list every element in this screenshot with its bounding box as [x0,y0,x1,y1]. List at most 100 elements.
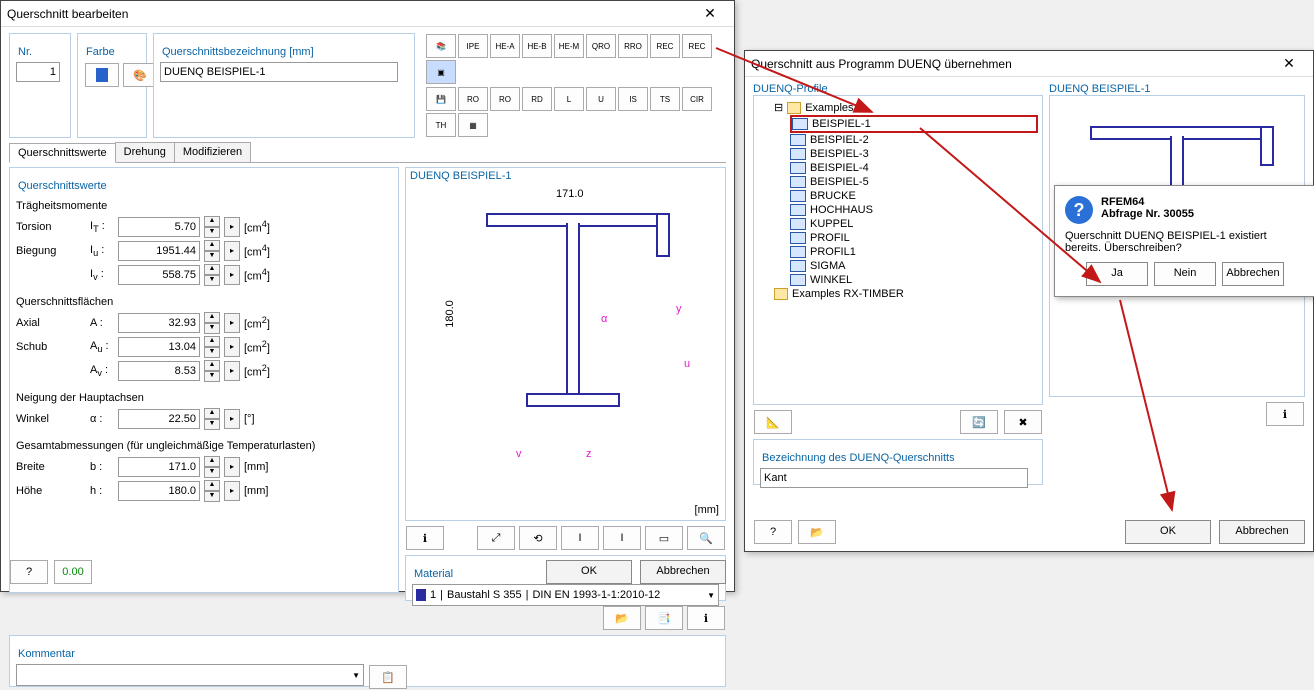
secbtn-U[interactable]: U [586,87,616,111]
tab-drehung[interactable]: Drehung [115,142,175,162]
secbtn-RO[interactable]: RO [458,87,488,111]
bez-input[interactable]: Kant [760,468,1028,488]
tree-item[interactable]: BEISPIEL-4 [790,161,1038,175]
num-input[interactable]: 32.93 [118,313,200,333]
spin-up[interactable]: ▲ [204,240,220,251]
msg-nein[interactable]: Nein [1154,262,1216,286]
view-3[interactable]: I [561,526,599,550]
tree-item[interactable]: PROFIL [790,231,1038,245]
material-combo[interactable]: 1 | Baustahl S 355 | DIN EN 1993-1-1:201… [412,584,719,606]
tree-item[interactable]: BRUCKE [790,189,1038,203]
spin-up[interactable]: ▲ [204,360,220,371]
view-2[interactable]: ⟲ [519,526,557,550]
spin-down[interactable]: ▼ [204,251,220,262]
num-input[interactable]: 180.0 [118,481,200,501]
secbtn-IS[interactable]: IS [618,87,648,111]
spin-up[interactable]: ▲ [204,312,220,323]
secbtn-HE-B[interactable]: HE-B [522,34,552,58]
dlg2-cancel[interactable]: Abbrechen [1219,520,1305,544]
msg-abbr[interactable]: Abbrechen [1222,262,1284,286]
dlg2-lib[interactable]: 📂 [798,520,836,544]
num-input[interactable]: 5.70 [118,217,200,237]
tree-item[interactable]: KUPPEL [790,217,1038,231]
spin-down[interactable]: ▼ [204,419,220,430]
spin-down[interactable]: ▼ [204,275,220,286]
info-button[interactable]: ℹ [406,526,444,550]
view-4[interactable]: I [603,526,641,550]
secbtn-TS[interactable]: TS [650,87,680,111]
msg-ja[interactable]: Ja [1086,262,1148,286]
num-input[interactable]: 22.50 [118,409,200,429]
color-swatch[interactable] [85,63,119,87]
step-btn[interactable]: ▸ [224,241,240,261]
prof-del[interactable]: ✖ [1004,410,1042,434]
prof-refresh[interactable]: 🔄 [960,410,998,434]
spin-up[interactable]: ▲ [204,408,220,419]
secbtn-RO[interactable]: RO [490,87,520,111]
mat-info-button[interactable]: ℹ [687,606,725,630]
tab-qsw[interactable]: Querschnittswerte [9,143,116,163]
spin-up[interactable]: ▲ [204,336,220,347]
tree-item[interactable]: BEISPIEL-3 [790,147,1038,161]
view-1[interactable]: ⤢ [477,526,515,550]
dlg1-cancel[interactable]: Abbrechen [640,560,726,584]
secbtn-TH[interactable]: TH [426,113,456,137]
kommentar-pick[interactable]: 📋 [369,665,407,689]
spin-up[interactable]: ▲ [204,216,220,227]
num-input[interactable]: 13.04 [118,337,200,357]
num-input[interactable]: 1951.44 [118,241,200,261]
secbtn-QRO[interactable]: QRO [586,34,616,58]
num-input[interactable]: 8.53 [118,361,200,381]
close-icon[interactable]: ✕ [692,5,728,22]
num-input[interactable]: 558.75 [118,265,200,285]
nr-input[interactable]: 1 [16,62,60,82]
spin-up[interactable]: ▲ [204,480,220,491]
step-btn[interactable]: ▸ [224,409,240,429]
step-btn[interactable]: ▸ [224,265,240,285]
preview2-info[interactable]: ℹ [1266,402,1304,426]
secbtn-L[interactable]: L [554,87,584,111]
spin-down[interactable]: ▼ [204,347,220,358]
step-btn[interactable]: ▸ [224,481,240,501]
secbtn-duenq[interactable]: ▣ [426,60,456,84]
help-button[interactable]: ? [10,560,48,584]
dlg2-close-icon[interactable]: ✕ [1271,55,1307,72]
spin-up[interactable]: ▲ [204,264,220,275]
step-btn[interactable]: ▸ [224,313,240,333]
secbtn-REC[interactable]: REC [650,34,680,58]
view-5[interactable]: ▭ [645,526,683,550]
dlg1-ok[interactable]: OK [546,560,632,584]
sec-save[interactable]: 💾 [426,87,456,111]
secbtn-CIR[interactable]: CIR [682,87,712,111]
secbtn-extra[interactable]: ▦ [458,113,488,137]
spin-down[interactable]: ▼ [204,491,220,502]
spin-down[interactable]: ▼ [204,467,220,478]
spin-down[interactable]: ▼ [204,371,220,382]
mat-lib-button[interactable]: 📂 [603,606,641,630]
tree-item[interactable]: PROFIL1 [790,245,1038,259]
step-btn[interactable]: ▸ [224,337,240,357]
color-picker-button[interactable]: 🎨 [123,63,157,87]
calc-button[interactable]: 0.00 [54,560,92,584]
sec-lib[interactable]: 📚 [426,34,456,58]
secbtn-REC[interactable]: REC [682,34,712,58]
tree-item[interactable]: BEISPIEL-5 [790,175,1038,189]
step-btn[interactable]: ▸ [224,217,240,237]
secbtn-RD[interactable]: RD [522,87,552,111]
tree-item[interactable]: BEISPIEL-2 [790,133,1038,147]
spin-down[interactable]: ▼ [204,323,220,334]
secbtn-HE-A[interactable]: HE-A [490,34,520,58]
tree-root2[interactable]: Examples RX-TIMBER [774,287,1038,301]
profile-tree[interactable]: ⊟Examples BEISPIEL-1BEISPIEL-2BEISPIEL-3… [753,95,1043,405]
secbtn-RRO[interactable]: RRO [618,34,648,58]
desig-input[interactable]: DUENQ BEISPIEL-1 [160,62,398,82]
num-input[interactable]: 171.0 [118,457,200,477]
step-btn[interactable]: ▸ [224,361,240,381]
tree-item[interactable]: HOCHHAUS [790,203,1038,217]
spin-down[interactable]: ▼ [204,227,220,238]
prof-add[interactable]: 📐 [754,410,792,434]
step-btn[interactable]: ▸ [224,457,240,477]
tree-item[interactable]: SIGMA [790,259,1038,273]
view-6[interactable]: 🔍 [687,526,725,550]
dlg2-help[interactable]: ? [754,520,792,544]
